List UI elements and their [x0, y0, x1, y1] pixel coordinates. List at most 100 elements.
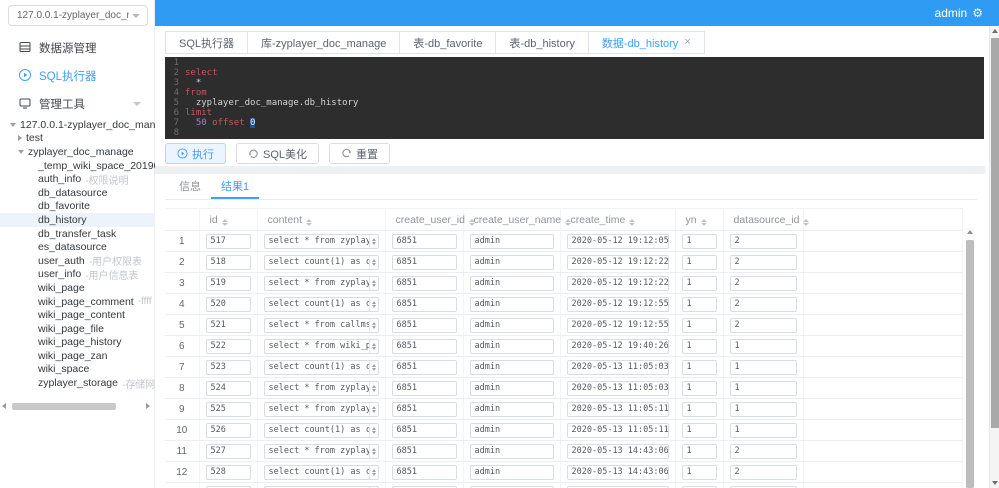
cell-input-create_user_name[interactable]: admin [469, 464, 554, 480]
tree-node-test[interactable]: test [0, 132, 155, 146]
cell-input-create_time[interactable]: 2020-05-12 19:12:22 [566, 275, 669, 291]
cell-input-datasource_id[interactable]: 2 [729, 275, 797, 291]
cell-input-datasource_id[interactable]: 2 [729, 443, 797, 459]
cell-input-yn[interactable]: 1 [681, 401, 717, 417]
tree-node-wiki-page-zan[interactable]: wiki_page_zan [0, 349, 155, 363]
sort-icons[interactable] [803, 218, 810, 226]
expand-stepper-icon[interactable] [368, 339, 378, 353]
cell-input-content[interactable]: select * from zyplayer_data_ [263, 443, 379, 459]
results-tab-结果1[interactable]: 结果1 [211, 174, 260, 199]
column-header-datasource-id[interactable]: datasource_id [723, 208, 810, 231]
cell-input-content[interactable]: select count(1) as counts fr [263, 359, 379, 375]
expand-stepper-icon[interactable] [368, 444, 378, 458]
tree-node-zyplayer-storage[interactable]: zyplayer_storage-存储网页上 [0, 376, 155, 390]
tree-node-wiki-space[interactable]: wiki_space [0, 363, 155, 377]
sort-icons[interactable] [700, 218, 707, 226]
cell-input-content[interactable]: select count(1) as counts fr [263, 422, 379, 438]
expand-stepper-icon[interactable] [368, 360, 378, 374]
column-header-id[interactable]: id [199, 208, 258, 231]
cell-input-create_user_name[interactable]: admin [469, 296, 554, 312]
cell-input-id[interactable]: 528 [205, 464, 251, 480]
cell-input-content[interactable]: select count(1) as counts fr [263, 296, 379, 312]
tree-node-127-0-0-1-zyplayer-doc-manage[interactable]: 127.0.0.1-zyplayer_doc_manage [0, 118, 155, 132]
sort-asc-icon[interactable] [221, 218, 228, 222]
cell-input-id[interactable]: 527 [205, 443, 251, 459]
sort-icons[interactable] [305, 218, 312, 226]
tree-node-temp-wiki-space-20190928[interactable]: _temp_wiki_space_20190928 [0, 159, 155, 173]
tab-sql执行器[interactable]: SQL执行器 [165, 31, 249, 54]
tree-node-es-datasource[interactable]: es_datasource [0, 240, 155, 254]
cell-input-id[interactable]: 522 [205, 338, 251, 354]
cell-input-id[interactable]: 526 [205, 422, 251, 438]
cell-input-create_user_id[interactable]: 6851 [391, 233, 457, 249]
table-vertical-scrollbar[interactable] [965, 228, 975, 488]
cell-input-create_user_id[interactable]: 6851 [391, 275, 457, 291]
cell-input-datasource_id[interactable]: 2 [729, 254, 797, 270]
cell-input-content[interactable]: select * from zyplayer_doc_m [263, 380, 379, 396]
beautify-button[interactable]: SQL美化 [236, 143, 320, 164]
tab-表-db-history[interactable]: 表-db_history [495, 31, 589, 54]
cell-input-create_user_name[interactable]: admin [469, 380, 554, 396]
tree-node-zyplayer-doc-manage[interactable]: zyplayer_doc_manage [0, 145, 155, 159]
sort-desc-icon[interactable] [305, 222, 312, 226]
page-vertical-scrollbar[interactable] [989, 26, 999, 488]
cell-input-create_time[interactable]: 2020-05-12 19:12:55 [566, 317, 669, 333]
expand-stepper-icon[interactable] [368, 423, 378, 437]
expand-stepper-icon[interactable] [368, 465, 378, 479]
tree-node-wiki-page-comment[interactable]: wiki_page_comment -ffff [0, 295, 155, 309]
cell-input-id[interactable]: 518 [205, 254, 251, 270]
cell-input-create_user_name[interactable]: admin [469, 317, 554, 333]
cell-input-create_user_id[interactable]: 6851 [391, 422, 457, 438]
expand-stepper-icon[interactable] [368, 234, 378, 248]
scroll-left-icon[interactable] [2, 403, 6, 409]
reset-button[interactable]: 重置 [329, 143, 391, 164]
caret-right-icon[interactable] [18, 135, 22, 142]
expand-stepper-icon[interactable] [368, 297, 378, 311]
cell-input-datasource_id[interactable]: 2 [729, 233, 797, 249]
cell-input-create_time[interactable]: 2020-05-12 19:40:26 [566, 338, 669, 354]
cell-input-create_user_name[interactable]: admin [469, 233, 554, 249]
tree-node-wiki-page-content[interactable]: wiki_page_content [0, 308, 155, 322]
sidebar-item-sql执行器[interactable]: SQL执行器 [0, 62, 155, 90]
cell-input-content[interactable]: select * from zyplayer_doc_m [263, 233, 379, 249]
cell-input-create_user_id[interactable]: 6851 [391, 380, 457, 396]
scrollbar-thumb[interactable] [12, 402, 116, 410]
cell-input-yn[interactable]: 1 [681, 464, 717, 480]
cell-input-create_user_id[interactable]: 6851 [391, 464, 457, 480]
sort-asc-icon[interactable] [803, 218, 810, 222]
cell-input-yn[interactable]: 1 [681, 275, 717, 291]
sort-icons[interactable] [221, 218, 228, 226]
expand-stepper-icon[interactable] [368, 255, 378, 269]
cell-input-datasource_id[interactable]: 2 [729, 464, 797, 480]
cell-input-create_user_name[interactable]: admin [469, 401, 554, 417]
sort-asc-icon[interactable] [700, 218, 707, 222]
cell-input-yn[interactable]: 1 [681, 233, 717, 249]
tab-数据-db-history[interactable]: 数据-db_history × [587, 31, 705, 54]
datasource-select[interactable]: 127.0.0.1-zyplayer_doc_manage [8, 5, 148, 26]
sort-desc-icon[interactable] [803, 222, 810, 226]
sort-asc-icon[interactable] [629, 218, 636, 222]
column-header-yn[interactable]: yn [675, 208, 724, 231]
expand-stepper-icon[interactable] [368, 318, 378, 332]
cell-input-yn[interactable]: 1 [681, 254, 717, 270]
cell-input-create_user_name[interactable]: admin [469, 359, 554, 375]
cell-input-content[interactable]: select * from zyplayer_doc_m [263, 275, 379, 291]
cell-input-create_user_id[interactable]: 6851 [391, 296, 457, 312]
cell-input-datasource_id[interactable]: 1 [729, 401, 797, 417]
tab-库-zyplayer-doc-manage[interactable]: 库-zyplayer_doc_manage [247, 31, 401, 54]
user-menu[interactable]: admin ⚙ [935, 6, 983, 20]
cell-input-id[interactable]: 517 [205, 233, 251, 249]
cell-input-yn[interactable]: 1 [681, 296, 717, 312]
cell-input-create_time[interactable]: 2020-05-13 14:43:06 [566, 464, 669, 480]
scroll-right-icon[interactable] [146, 403, 150, 409]
column-header-content[interactable]: content [257, 208, 386, 231]
cell-input-create_user_name[interactable]: admin [469, 338, 554, 354]
cell-input-id[interactable]: 524 [205, 380, 251, 396]
cell-input-create_time[interactable]: 2020-05-13 11:05:03 [566, 380, 669, 396]
cell-input-create_user_name[interactable]: admin [469, 275, 554, 291]
sidebar-item-管理工具[interactable]: 管理工具 [0, 90, 155, 118]
expand-stepper-icon[interactable] [368, 402, 378, 416]
cell-input-datasource_id[interactable]: 2 [729, 317, 797, 333]
tree-node-user-auth[interactable]: user_auth -用户权限表 [0, 254, 155, 268]
cell-input-create_user_id[interactable]: 6851 [391, 401, 457, 417]
